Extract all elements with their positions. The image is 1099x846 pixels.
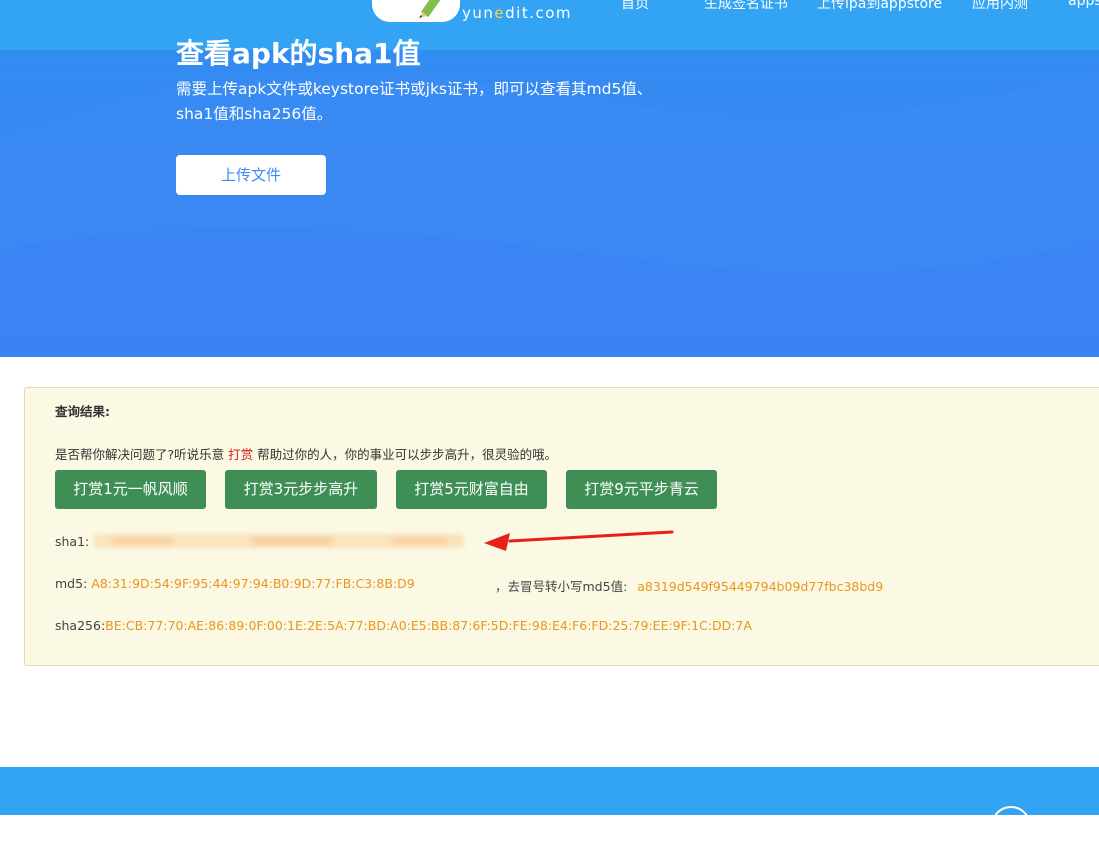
nav-home[interactable]: 首页 <box>621 0 649 13</box>
sha1-row: sha1: <box>55 534 89 549</box>
logo-text[interactable]: yunedit.com <box>462 4 572 22</box>
nav-generate-certificate[interactable]: 生成签名证书 <box>704 0 788 13</box>
top-navbar: yunedit.com 首页 生成签名证书 上传ipa到appstore 应用内… <box>0 0 1099 50</box>
query-result-panel: 查询结果: 是否帮你解决问题了?听说乐意 打赏 帮助过你的人，你的事业可以步步高… <box>24 387 1099 666</box>
md5-lower-label: ，去冒号转小写md5值: <box>495 579 628 594</box>
footer-bar <box>0 767 1099 846</box>
nav-apps[interactable]: apps <box>1068 0 1099 9</box>
md5-lower-row: ，去冒号转小写md5值: a8319d549f95449794b09d77fbc… <box>495 576 883 595</box>
reward-tip: 是否帮你解决问题了?听说乐意 打赏 帮助过你的人，你的事业可以步步高升，很灵验的… <box>55 447 558 462</box>
sha256-value[interactable]: BE:CB:77:70:AE:86:89:0F:00:1E:2E:5A:77:B… <box>105 618 752 633</box>
sha1-label: sha1: <box>55 534 90 549</box>
page-title: 查看apk的sha1值 <box>176 37 421 70</box>
reward-9-button[interactable]: 打赏9元平步青云 <box>566 470 717 509</box>
reward-1-button[interactable]: 打赏1元一帆风顺 <box>55 470 206 509</box>
sha256-row: sha256:BE:CB:77:70:AE:86:89:0F:00:1E:2E:… <box>55 618 752 633</box>
sha1-redacted-value <box>94 534 464 548</box>
page-description: 需要上传apk文件或keystore证书或jks证书，即可以查看其md5值、sh… <box>176 80 653 123</box>
pencil-icon <box>419 0 443 18</box>
hero-wave-decoration <box>0 70 1099 357</box>
reward-3-button[interactable]: 打赏3元步步高升 <box>225 470 377 509</box>
arrow-annotation <box>484 530 674 551</box>
reward-link[interactable]: 打赏 <box>228 447 253 462</box>
nav-app-testing[interactable]: 应用内测 <box>972 0 1028 13</box>
reward-5-button[interactable]: 打赏5元财富自由 <box>396 470 547 509</box>
upload-file-button[interactable]: 上传文件 <box>176 155 326 195</box>
md5-label: md5: <box>55 576 88 591</box>
md5-row: md5: A8:31:9D:54:9F:95:44:97:94:B0:9D:77… <box>55 576 415 591</box>
md5-value[interactable]: A8:31:9D:54:9F:95:44:97:94:B0:9D:77:FB:C… <box>91 576 414 591</box>
sha256-label: sha256: <box>55 618 106 633</box>
md5-lower-value[interactable]: a8319d549f95449794b09d77fbc38bd9 <box>637 579 883 594</box>
hero-banner: yunedit.com 首页 生成签名证书 上传ipa到appstore 应用内… <box>0 0 1099 357</box>
nav-upload-ipa[interactable]: 上传ipa到appstore <box>817 0 942 13</box>
result-title: 查询结果: <box>55 404 110 419</box>
back-to-top-icon[interactable] <box>991 806 1031 846</box>
